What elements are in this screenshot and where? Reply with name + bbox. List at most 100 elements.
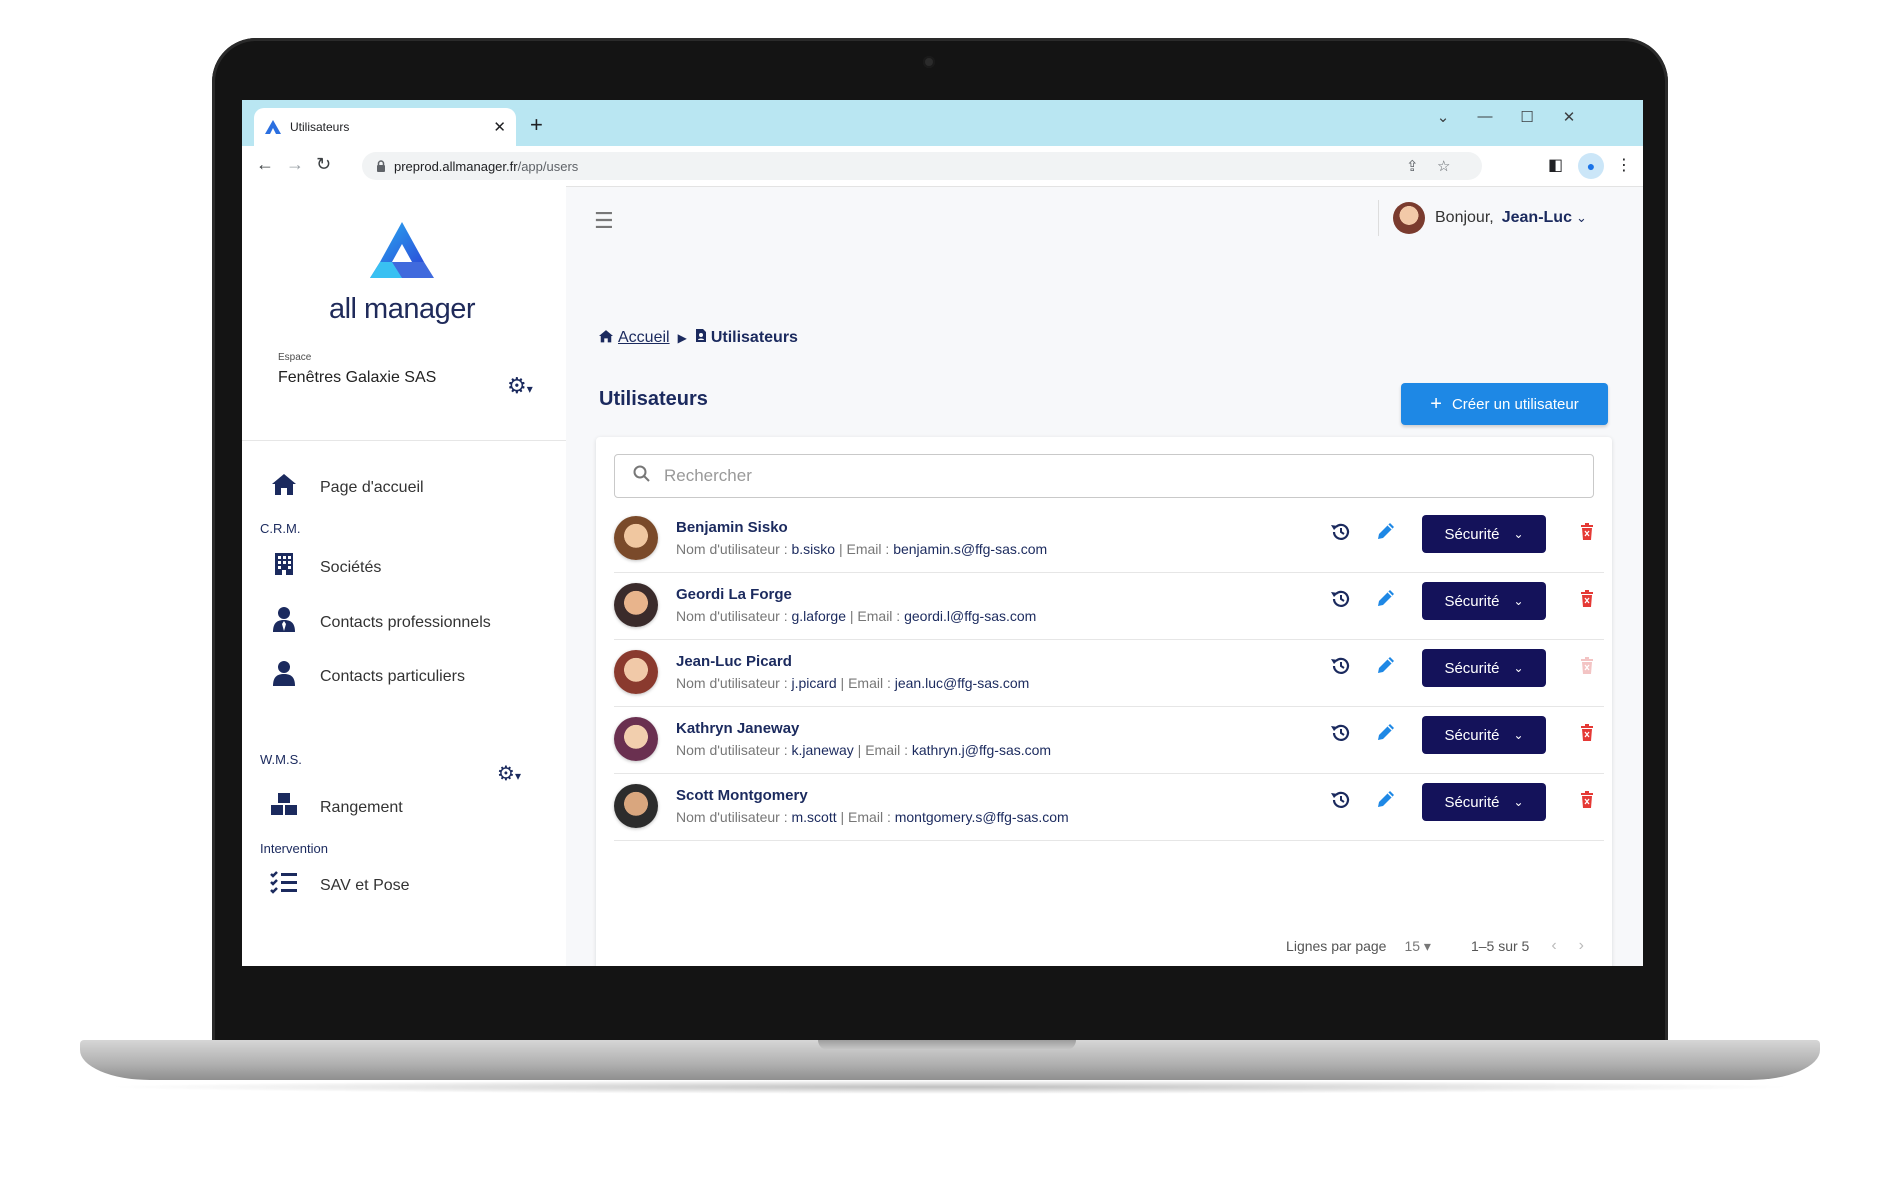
table-row: Scott Montgomery Nom d'utilisateur : m.s… <box>614 773 1604 841</box>
share-icon[interactable]: ⇪ <box>1406 157 1419 175</box>
breadcrumb-home-link[interactable]: Accueil <box>618 329 670 347</box>
user-meta: Nom d'utilisateur : b.sisko | Email : be… <box>676 541 1048 557</box>
tab-close-icon[interactable]: ✕ <box>493 118 506 136</box>
user-meta: Nom d'utilisateur : k.janeway | Email : … <box>676 742 1052 758</box>
history-icon[interactable] <box>1330 789 1352 818</box>
favicon-icon <box>265 120 281 134</box>
sidebar-item-sav[interactable]: SAV et Pose <box>268 870 410 901</box>
browser-toolbar: ← → ↻ preprod.allmanager.fr/app/users ⇪ … <box>242 146 1643 187</box>
laptop-notch <box>818 1040 1076 1050</box>
rows-per-page-select[interactable]: 15 ▾ <box>1404 938 1431 955</box>
delete-icon[interactable] <box>1580 657 1594 681</box>
user-meta: Nom d'utilisateur : m.scott | Email : mo… <box>676 809 1069 825</box>
history-icon[interactable] <box>1330 521 1352 550</box>
edit-icon[interactable] <box>1376 722 1396 748</box>
main-content: ☰ Bonjour, Jean-Luc ⌄ Accueil ▶ Utilisat… <box>566 186 1643 966</box>
home-icon <box>268 472 300 503</box>
logo-mark-icon <box>370 222 434 278</box>
user-tie-icon <box>268 606 300 639</box>
screen: Utilisateurs ✕ + ⌄ — ☐ ✕ ← → ↻ preprod.a… <box>242 100 1643 966</box>
page-title: Utilisateurs <box>599 388 708 410</box>
history-icon[interactable] <box>1330 655 1352 684</box>
user-name: Benjamin Sisko <box>676 519 788 536</box>
minimize-button[interactable]: — <box>1470 108 1500 125</box>
camera <box>923 56 935 68</box>
history-icon[interactable] <box>1330 722 1352 751</box>
sidebar-item-contacts-pro[interactable]: Contacts professionnels <box>268 606 491 639</box>
delete-icon[interactable] <box>1580 724 1594 748</box>
history-icon[interactable] <box>1330 588 1352 617</box>
sidebar-item-label: Contacts particuliers <box>320 667 465 685</box>
edit-icon[interactable] <box>1376 588 1396 614</box>
user-file-icon <box>695 328 707 348</box>
espace-settings-button[interactable]: ⚙▾ <box>507 373 533 399</box>
sidepanel-icon[interactable]: ◧ <box>1548 155 1563 175</box>
create-user-label: Créer un utilisateur <box>1451 395 1579 413</box>
avatar <box>614 516 658 560</box>
sidebar-item-home[interactable]: Page d'accueil <box>268 472 424 503</box>
close-window-button[interactable]: ✕ <box>1554 108 1584 126</box>
building-icon <box>268 552 300 583</box>
breadcrumb: Accueil ▶ Utilisateurs <box>598 328 798 348</box>
sidebar-item-label: SAV et Pose <box>320 876 410 894</box>
users-card: Benjamin Sisko Nom d'utilisateur : b.sis… <box>596 437 1612 966</box>
edit-icon[interactable] <box>1376 655 1396 681</box>
edit-icon[interactable] <box>1376 789 1396 815</box>
create-user-button[interactable]: + Créer un utilisateur <box>1401 383 1608 425</box>
delete-icon[interactable] <box>1580 791 1594 815</box>
sidebar-item-rangement[interactable]: Rangement <box>268 792 403 823</box>
user-name: Kathryn Janeway <box>676 720 800 737</box>
sidebar-item-societes[interactable]: Sociétés <box>268 552 381 583</box>
next-page-icon[interactable]: › <box>1579 937 1584 955</box>
search-input[interactable] <box>662 465 1566 487</box>
app: all manager Espace Fenêtres Galaxie SAS … <box>242 186 1643 966</box>
avatar <box>1393 202 1425 234</box>
browser-tab[interactable]: Utilisateurs ✕ <box>254 108 516 146</box>
sidebar-item-label: Page d'accueil <box>320 478 424 496</box>
logo-text: all manager <box>328 293 476 325</box>
star-icon[interactable]: ☆ <box>1437 157 1450 175</box>
chevron-down-icon: ⌄ <box>1575 210 1587 225</box>
wms-settings-button[interactable]: ⚙▾ <box>497 761 521 786</box>
prev-page-icon[interactable]: ‹ <box>1551 937 1556 955</box>
user-name: Jean-Luc Picard <box>676 653 792 670</box>
search-icon <box>633 465 650 487</box>
edit-icon[interactable] <box>1376 521 1396 547</box>
pagination-range: 1–5 sur 5 <box>1470 938 1530 954</box>
security-button[interactable]: Sécurité ⌄ <box>1422 515 1546 553</box>
forward-icon[interactable]: → <box>286 154 304 175</box>
tab-search-icon[interactable]: ⌄ <box>1428 108 1458 126</box>
maximize-button[interactable]: ☐ <box>1512 108 1542 126</box>
back-icon[interactable]: ← <box>256 154 274 175</box>
laptop-shadow <box>100 1080 1800 1094</box>
menu-kebab-icon[interactable]: ⋮ <box>1616 155 1632 175</box>
search-box <box>614 454 1594 498</box>
delete-icon[interactable] <box>1580 590 1594 614</box>
sidebar-item-label: Sociétés <box>320 558 382 576</box>
sidebar-divider <box>242 440 566 441</box>
security-button[interactable]: Sécurité ⌄ <box>1422 582 1546 620</box>
reload-icon[interactable]: ↻ <box>316 154 331 175</box>
security-button[interactable]: Sécurité ⌄ <box>1422 783 1546 821</box>
sidebar-item-contacts-part[interactable]: Contacts particuliers <box>268 660 465 693</box>
table-row: Jean-Luc Picard Nom d'utilisateur : j.pi… <box>614 639 1604 707</box>
tab-title: Utilisateurs <box>290 120 350 134</box>
espace-name: Fenêtres Galaxie SAS <box>278 369 437 386</box>
new-tab-button[interactable]: + <box>530 112 543 138</box>
section-wms: W.M.S. <box>260 752 302 767</box>
avatar <box>614 650 658 694</box>
address-bar[interactable]: preprod.allmanager.fr/app/users ⇪ ☆ <box>362 152 1482 180</box>
user-name: Geordi La Forge <box>676 586 792 603</box>
rows-per-page-label: Lignes par page <box>1286 938 1387 954</box>
plus-icon: + <box>1430 392 1442 415</box>
hamburger-menu-icon[interactable]: ☰ <box>594 208 614 234</box>
table-row: Kathryn Janeway Nom d'utilisateur : k.ja… <box>614 706 1604 774</box>
user-menu[interactable]: Bonjour, Jean-Luc ⌄ <box>1378 200 1587 236</box>
security-button[interactable]: Sécurité ⌄ <box>1422 649 1546 687</box>
logo: all manager <box>312 218 492 326</box>
delete-icon[interactable] <box>1580 523 1594 547</box>
breadcrumb-current: Utilisateurs <box>710 329 798 346</box>
profile-icon[interactable]: ● <box>1578 153 1604 179</box>
user-name: Jean-Luc <box>1501 209 1572 226</box>
security-button[interactable]: Sécurité ⌄ <box>1422 716 1546 754</box>
